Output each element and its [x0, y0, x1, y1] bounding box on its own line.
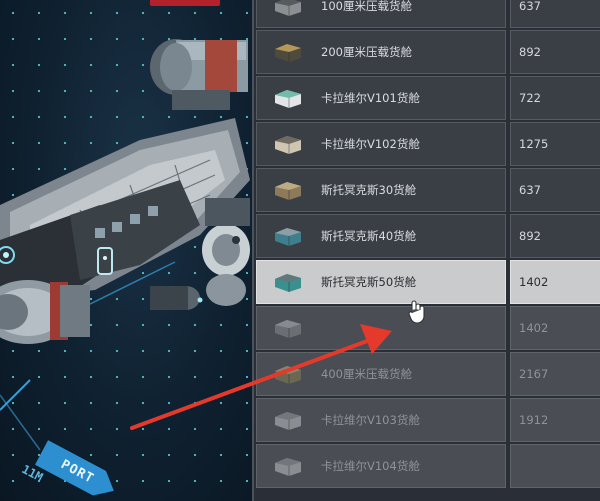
cargo-item-name: 400厘米压载货舱 — [321, 367, 412, 381]
cargo-item-name: 卡拉维尔V102货舱 — [321, 137, 420, 151]
cargo-crate-brown-icon — [271, 177, 305, 203]
cargo-item-name: 卡拉维尔V103货舱 — [321, 413, 420, 427]
cargo-pod-gray-icon — [271, 407, 305, 433]
cargo-crate-teal-icon — [271, 223, 305, 249]
cargo-item-cell[interactable]: 卡拉维尔V103货舱 — [256, 398, 506, 442]
cargo-row[interactable]: 卡拉维尔V103货舱 1912 — [256, 398, 600, 442]
ship-model — [0, 39, 250, 451]
cargo-item-name: 斯托冥克斯50货舱 — [321, 275, 417, 289]
cargo-crate-teal-large-icon — [271, 269, 305, 295]
cargo-item-value: 1275 — [510, 122, 600, 166]
cargo-row[interactable]: 400厘米压载货舱 2167 — [256, 352, 600, 396]
cargo-row[interactable]: 1402 — [256, 306, 600, 350]
cargo-item-value: 722 — [510, 76, 600, 120]
cargo-item-cell[interactable]: 卡拉维尔V102货舱 — [256, 122, 506, 166]
cargo-row[interactable]: 斯托冥克斯30货舱 637 — [256, 168, 600, 212]
cargo-crate-olive-icon — [271, 361, 305, 387]
cargo-row[interactable]: 卡拉维尔V101货舱 722 — [256, 76, 600, 120]
mouse-cursor-icon — [408, 300, 425, 324]
cargo-item-value: 2167 — [510, 352, 600, 396]
cargo-item-name: 斯托冥克斯30货舱 — [321, 183, 417, 197]
cargo-row[interactable]: 斯托冥克斯40货舱 892 — [256, 214, 600, 258]
cargo-crate-small-icon — [271, 0, 305, 19]
cargo-crate-gold-icon — [271, 39, 305, 65]
cargo-item-value: 1912 — [510, 398, 600, 442]
cargo-item-cell[interactable]: 200厘米压载货舱 — [256, 30, 506, 74]
cargo-crate-gray-icon — [271, 315, 305, 341]
cargo-item-cell[interactable]: 斯托冥克斯30货舱 — [256, 168, 506, 212]
cargo-row[interactable]: 200厘米压载货舱 892 — [256, 30, 600, 74]
cargo-item-name: 200厘米压载货舱 — [321, 45, 412, 59]
cargo-item-value: 892 — [510, 30, 600, 74]
cargo-row[interactable]: 卡拉维尔V104货舱 — [256, 444, 600, 488]
cargo-item-name: 100厘米压载货舱 — [321, 0, 412, 13]
cargo-item-value: 637 — [510, 168, 600, 212]
cargo-pod-gray-icon — [271, 453, 305, 479]
cargo-pod-white-icon — [271, 85, 305, 111]
cargo-item-cell[interactable]: 100厘米压载货舱 — [256, 0, 506, 28]
cargo-row[interactable]: 斯托冥克斯50货舱 1402 — [256, 260, 600, 304]
cargo-item-value: 1402 — [510, 306, 600, 350]
cargo-item-value: 1402 — [510, 260, 600, 304]
cargo-item-name: 卡拉维尔V104货舱 — [321, 459, 420, 473]
cargo-item-cell[interactable] — [256, 306, 506, 350]
cargo-item-name: 卡拉维尔V101货舱 — [321, 91, 420, 105]
cargo-item-name: 斯托冥克斯40货舱 — [321, 229, 417, 243]
cargo-item-cell[interactable]: 卡拉维尔V104货舱 — [256, 444, 506, 488]
cargo-item-cell[interactable]: 斯托冥克斯50货舱 — [256, 260, 506, 304]
cargo-item-cell[interactable]: 400厘米压载货舱 — [256, 352, 506, 396]
cargo-item-value: 892 — [510, 214, 600, 258]
cargo-item-cell[interactable]: 斯托冥克斯40货舱 — [256, 214, 506, 258]
cargo-row[interactable]: 100厘米压载货舱 637 — [256, 0, 600, 28]
ship-viewport: PORT 11M — [0, 0, 252, 501]
cargo-pod-tan-icon — [271, 131, 305, 157]
cargo-item-value — [510, 444, 600, 488]
cargo-item-value: 637 — [510, 0, 600, 28]
cargo-list-panel: 100厘米压载货舱 637 200厘米压载货舱 892 卡拉维尔V101货舱 722 卡拉维… — [252, 0, 600, 501]
cargo-row[interactable]: 卡拉维尔V102货舱 1275 — [256, 122, 600, 166]
cargo-item-cell[interactable]: 卡拉维尔V101货舱 — [256, 76, 506, 120]
